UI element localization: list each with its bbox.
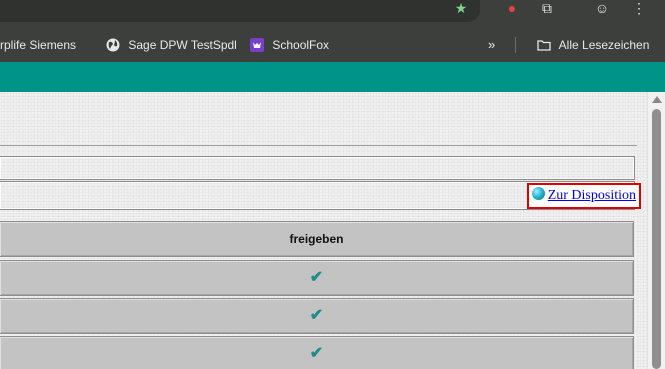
browser-window: ★ ● ⧉ ☺ ⋮ rplife Siemens Sage DPW TestSp… [0, 0, 665, 369]
extensions-puzzle-icon[interactable]: ⧉ [538, 0, 556, 18]
profile-icon[interactable]: ☺ [593, 0, 611, 18]
bookmarks-overflow-button[interactable]: » [488, 37, 495, 53]
vertical-scrollbar[interactable] [647, 92, 665, 369]
page-content: Zur Disposition freigeben ✔ ✔ ✔ [0, 92, 647, 369]
bookmark-label: Sage DPW TestSpdl [128, 38, 237, 52]
checkmark-icon: ✔ [309, 345, 324, 362]
bookmark-schoolfox[interactable]: SchoolFox [250, 37, 329, 53]
bookmark-rplife-siemens[interactable]: rplife Siemens [0, 37, 76, 53]
scroll-up-arrow-icon[interactable] [652, 96, 662, 103]
zur-disposition-highlight: Zur Disposition [526, 183, 641, 209]
star-bookmark-icon[interactable]: ★ [452, 0, 470, 18]
app-header-bar [0, 62, 665, 92]
table-row: ✔ [0, 336, 634, 369]
folder-icon [537, 38, 551, 52]
checkmark-icon: ✔ [309, 269, 324, 286]
bookmarks-bar: rplife Siemens Sage DPW TestSpdl SchoolF… [0, 28, 665, 62]
menu-icon[interactable]: ⋮ [630, 0, 648, 18]
bookmark-label: rplife Siemens [0, 38, 77, 52]
all-bookmarks-button[interactable]: Alle Lesezeichen [537, 37, 649, 53]
schoolfox-icon [250, 38, 264, 52]
divider-line [0, 145, 637, 146]
address-bar[interactable] [0, 0, 480, 22]
table-header: freigeben [0, 221, 634, 257]
table-row: ✔ [0, 260, 634, 296]
checkmark-icon: ✔ [309, 307, 324, 324]
info-box-empty [0, 156, 635, 180]
zur-disposition-link[interactable]: Zur Disposition [548, 188, 636, 203]
bookmark-label: SchoolFox [272, 38, 330, 52]
scrollbar-thumb[interactable] [652, 109, 661, 369]
extension-red-icon[interactable]: ● [503, 0, 521, 18]
bookmarks-divider [515, 37, 516, 53]
column-header-freigeben: freigeben [289, 232, 344, 246]
globe-icon [531, 187, 545, 200]
browser-toolbar: ★ ● ⧉ ☺ ⋮ [0, 0, 665, 28]
all-bookmarks-label: Alle Lesezeichen [558, 38, 650, 52]
bookmark-sage-dpw[interactable]: Sage DPW TestSpdl [106, 37, 237, 53]
table-row: ✔ [0, 298, 634, 334]
globe-icon [106, 38, 120, 52]
